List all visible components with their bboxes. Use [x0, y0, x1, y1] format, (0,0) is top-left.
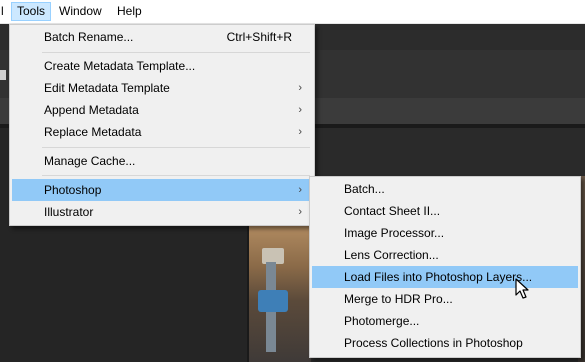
menu-item-label: Edit Metadata Template [44, 81, 170, 95]
chevron-right-icon: › [298, 104, 302, 116]
menu-item-contact-sheet[interactable]: Contact Sheet II... [312, 200, 578, 222]
menu-item-label: Batch... [344, 182, 385, 196]
menu-item-replace-metadata[interactable]: Replace Metadata › [12, 121, 312, 143]
menu-item-illustrator[interactable]: Illustrator › [12, 201, 312, 223]
menu-item-process-collections[interactable]: Process Collections in Photoshop [312, 332, 578, 354]
app-edge-mark [0, 70, 6, 80]
menubar-item-label: l [1, 4, 4, 18]
chevron-right-icon: › [298, 184, 302, 196]
menu-item-label: Lens Correction... [344, 248, 439, 262]
menubar-item-window[interactable]: Window [54, 2, 107, 21]
menu-item-label: Process Collections in Photoshop [344, 336, 523, 350]
menu-separator [42, 175, 310, 176]
menu-item-image-processor[interactable]: Image Processor... [312, 222, 578, 244]
menu-item-label: Append Metadata [44, 103, 139, 117]
menu-item-load-files-into-layers[interactable]: Load Files into Photoshop Layers... [312, 266, 578, 288]
menu-item-photoshop[interactable]: Photoshop › [12, 179, 312, 201]
menu-item-label: Manage Cache... [44, 154, 136, 168]
menu-item-append-metadata[interactable]: Append Metadata › [12, 99, 312, 121]
menu-item-label: Photoshop [44, 183, 102, 197]
menu-separator [42, 52, 310, 53]
menubar-item-tools[interactable]: Tools [11, 2, 52, 21]
menubar-item-label: Tools [17, 4, 46, 18]
tools-menu: Batch Rename... Ctrl+Shift+R Create Meta… [9, 24, 315, 226]
menu-item-label: Image Processor... [344, 226, 445, 240]
menu-item-merge-to-hdr[interactable]: Merge to HDR Pro... [312, 288, 578, 310]
menubar-item-label: Window [59, 4, 102, 18]
menu-item-label: Load Files into Photoshop Layers... [344, 270, 533, 284]
chevron-right-icon: › [298, 126, 302, 138]
menu-item-create-metadata-template[interactable]: Create Metadata Template... [12, 55, 312, 77]
menu-item-label: Illustrator [44, 205, 94, 219]
menu-item-shortcut: Ctrl+Shift+R [226, 30, 292, 44]
menubar-item-label: Help [117, 4, 142, 18]
menubar-item-partial[interactable]: l [0, 2, 9, 21]
menu-item-batch-rename[interactable]: Batch Rename... Ctrl+Shift+R [12, 26, 312, 48]
menu-item-manage-cache[interactable]: Manage Cache... [12, 150, 312, 172]
menu-separator [42, 147, 310, 148]
menu-item-batch[interactable]: Batch... [312, 178, 578, 200]
menu-item-label: Replace Metadata [44, 125, 142, 139]
menubar-item-help[interactable]: Help [112, 2, 147, 21]
mouse-pointer-icon [515, 278, 529, 299]
menu-bar: l Tools Window Help [0, 0, 585, 24]
photoshop-submenu: Batch... Contact Sheet II... Image Proce… [309, 176, 581, 358]
menu-item-label: Contact Sheet II... [344, 204, 441, 218]
chevron-right-icon: › [298, 206, 302, 218]
menu-item-label: Create Metadata Template... [44, 59, 196, 73]
menu-item-label: Photomerge... [344, 314, 420, 328]
menu-item-lens-correction[interactable]: Lens Correction... [312, 244, 578, 266]
menu-item-edit-metadata-template[interactable]: Edit Metadata Template › [12, 77, 312, 99]
menu-item-photomerge[interactable]: Photomerge... [312, 310, 578, 332]
menu-item-label: Batch Rename... [44, 30, 134, 44]
chevron-right-icon: › [298, 82, 302, 94]
thumbnail-detail [258, 290, 288, 312]
menu-item-label: Merge to HDR Pro... [344, 292, 453, 306]
